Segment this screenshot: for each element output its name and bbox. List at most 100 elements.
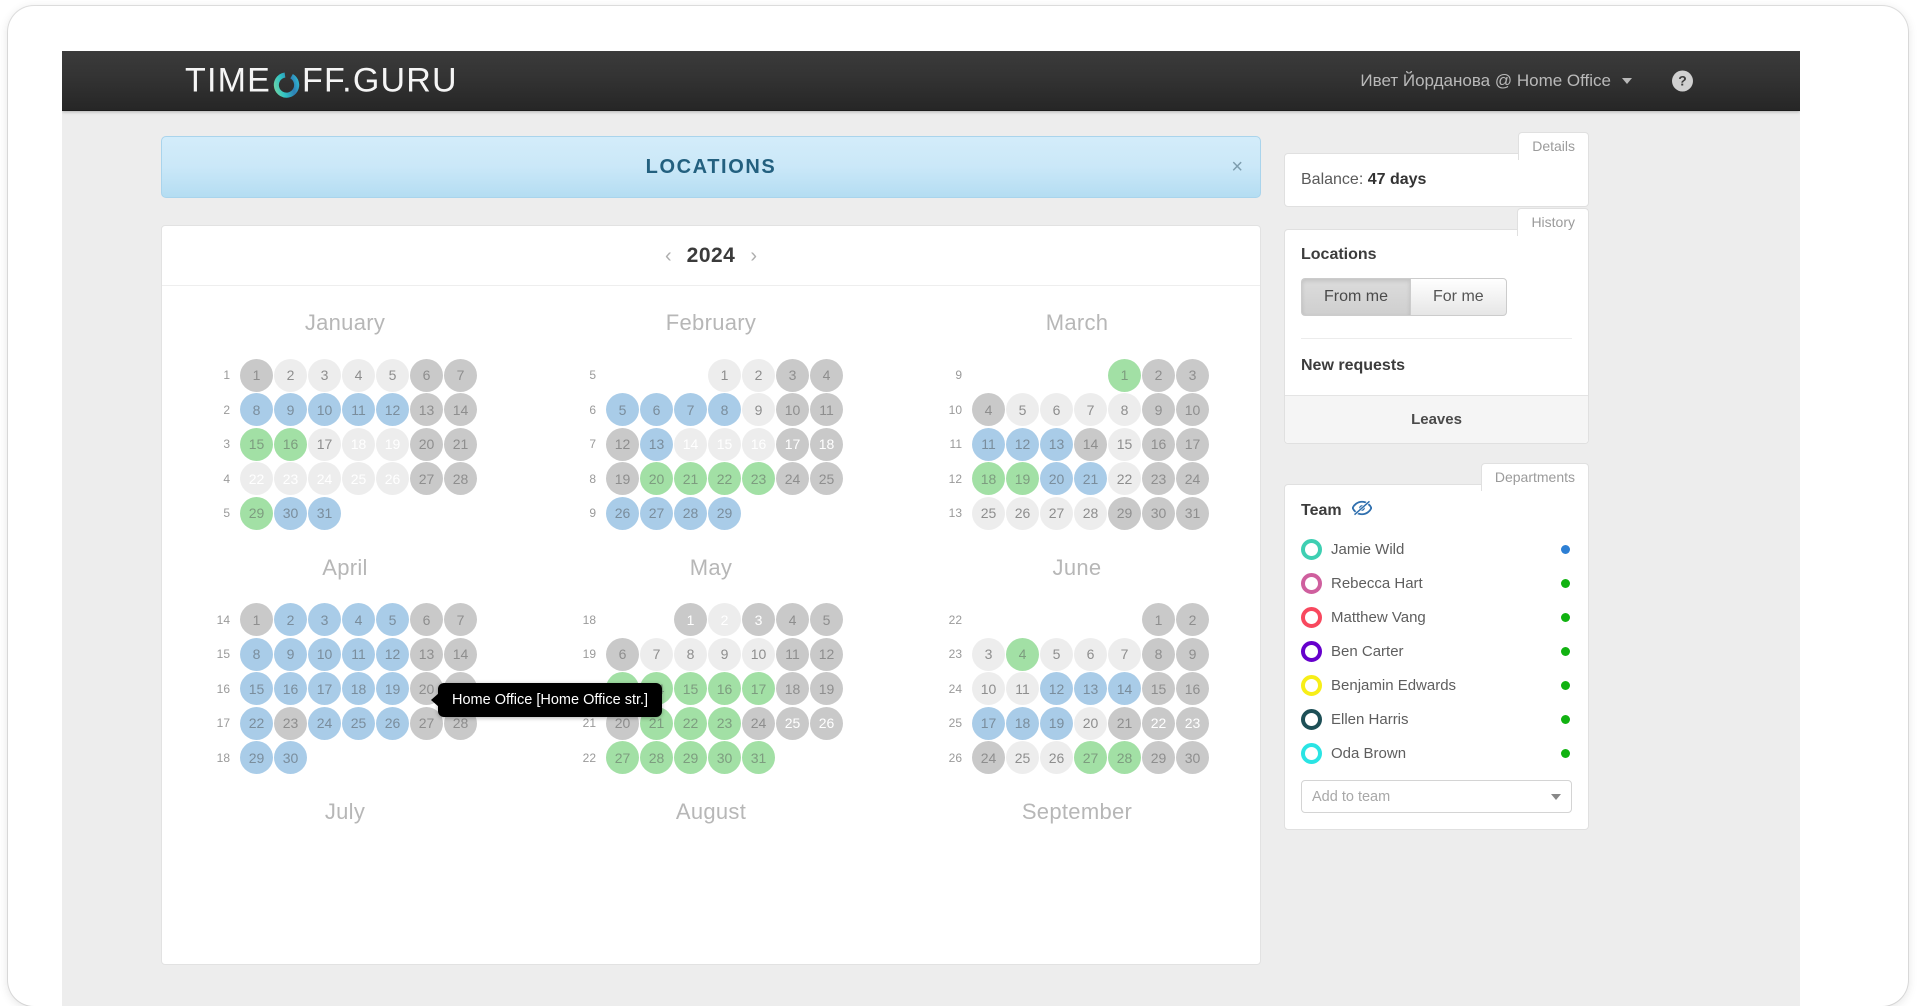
day-cell[interactable]: 27 [640, 496, 673, 530]
day-cell[interactable]: 25 [776, 706, 809, 740]
day-cell[interactable]: 12 [810, 637, 843, 671]
day-cell[interactable]: 31 [308, 496, 341, 530]
day-cell[interactable]: 24 [742, 706, 775, 740]
day-cell[interactable]: 4 [810, 358, 843, 392]
day-cell[interactable]: 13 [1074, 672, 1107, 706]
team-member-row[interactable]: Rebecca Hart [1301, 566, 1572, 600]
day-cell[interactable]: 29 [708, 496, 741, 530]
user-account-menu[interactable]: Ивет Йорданова @ Home Office [1360, 71, 1632, 91]
day-cell[interactable]: 30 [1142, 496, 1175, 530]
day-cell[interactable]: 16 [1176, 672, 1209, 706]
day-cell[interactable]: 2 [1142, 358, 1175, 392]
day-cell[interactable]: 21 [444, 427, 477, 461]
day-cell[interactable]: 7 [1108, 637, 1141, 671]
day-cell[interactable]: 14 [444, 393, 477, 427]
day-cell[interactable]: 6 [1040, 393, 1073, 427]
day-cell[interactable]: 7 [444, 603, 477, 637]
day-cell[interactable]: 16 [708, 672, 741, 706]
history-tab[interactable]: History [1517, 208, 1589, 236]
day-cell[interactable]: 23 [274, 462, 307, 496]
day-cell[interactable]: 9 [1142, 393, 1175, 427]
day-cell[interactable]: 8 [1108, 393, 1141, 427]
day-cell[interactable]: 23 [708, 706, 741, 740]
details-tab[interactable]: Details [1518, 132, 1589, 160]
day-cell[interactable]: 25 [972, 496, 1005, 530]
day-cell[interactable]: 2 [1176, 603, 1209, 637]
day-cell[interactable]: 13 [1040, 427, 1073, 461]
day-cell[interactable]: 22 [240, 706, 273, 740]
day-cell[interactable]: 10 [308, 393, 341, 427]
day-cell[interactable]: 26 [606, 496, 639, 530]
app-logo[interactable]: TIME FF.GURU [185, 61, 458, 100]
day-cell[interactable]: 12 [606, 427, 639, 461]
day-cell[interactable]: 28 [674, 496, 707, 530]
day-cell[interactable]: 2 [708, 603, 741, 637]
day-cell[interactable]: 26 [810, 706, 843, 740]
day-cell[interactable]: 18 [1006, 706, 1039, 740]
day-cell[interactable]: 17 [308, 672, 341, 706]
day-cell[interactable]: 4 [342, 358, 375, 392]
day-cell[interactable]: 24 [972, 741, 1005, 775]
day-cell[interactable]: 30 [274, 496, 307, 530]
day-cell[interactable]: 17 [776, 427, 809, 461]
day-cell[interactable]: 5 [1006, 393, 1039, 427]
day-cell[interactable]: 25 [810, 462, 843, 496]
day-cell[interactable]: 9 [1176, 637, 1209, 671]
day-cell[interactable]: 4 [1006, 637, 1039, 671]
from-me-button[interactable]: From me [1301, 278, 1410, 316]
day-cell[interactable]: 18 [972, 462, 1005, 496]
day-cell[interactable]: 23 [274, 706, 307, 740]
day-cell[interactable]: 6 [606, 637, 639, 671]
eye-slash-icon[interactable] [1351, 500, 1372, 521]
day-cell[interactable]: 1 [674, 603, 707, 637]
day-cell[interactable]: 10 [742, 637, 775, 671]
day-cell[interactable]: 14 [674, 427, 707, 461]
day-cell[interactable]: 22 [674, 706, 707, 740]
team-member-row[interactable]: Matthew Vang [1301, 600, 1572, 634]
day-cell[interactable]: 29 [1108, 496, 1141, 530]
day-cell[interactable]: 19 [1006, 462, 1039, 496]
day-cell[interactable]: 24 [308, 462, 341, 496]
team-member-row[interactable]: Ben Carter [1301, 634, 1572, 668]
day-cell[interactable]: 20 [640, 462, 673, 496]
team-member-row[interactable]: Jamie Wild [1301, 532, 1572, 566]
day-cell[interactable]: 22 [1142, 706, 1175, 740]
day-cell[interactable]: 18 [342, 672, 375, 706]
day-cell[interactable]: 9 [708, 637, 741, 671]
day-cell[interactable]: 1 [240, 358, 273, 392]
day-cell[interactable]: 3 [972, 637, 1005, 671]
day-cell[interactable]: 5 [606, 393, 639, 427]
day-cell[interactable]: 6 [410, 603, 443, 637]
leaves-link[interactable]: Leaves [1285, 395, 1588, 443]
day-cell[interactable]: 4 [342, 603, 375, 637]
day-cell[interactable]: 24 [308, 706, 341, 740]
day-cell[interactable]: 1 [1142, 603, 1175, 637]
day-cell[interactable]: 23 [1176, 706, 1209, 740]
day-cell[interactable]: 8 [1142, 637, 1175, 671]
day-cell[interactable]: 15 [240, 672, 273, 706]
team-member-row[interactable]: Benjamin Edwards [1301, 668, 1572, 702]
day-cell[interactable]: 24 [1176, 462, 1209, 496]
day-cell[interactable]: 6 [410, 358, 443, 392]
day-cell[interactable]: 7 [1074, 393, 1107, 427]
day-cell[interactable]: 12 [1006, 427, 1039, 461]
prev-year-button[interactable]: ‹ [665, 246, 672, 266]
day-cell[interactable]: 4 [776, 603, 809, 637]
day-cell[interactable]: 12 [1040, 672, 1073, 706]
day-cell[interactable]: 1 [708, 358, 741, 392]
day-cell[interactable]: 3 [308, 603, 341, 637]
day-cell[interactable]: 16 [1142, 427, 1175, 461]
day-cell[interactable]: 30 [1176, 741, 1209, 775]
day-cell[interactable]: 30 [274, 741, 307, 775]
day-cell[interactable]: 7 [640, 637, 673, 671]
day-cell[interactable]: 31 [742, 741, 775, 775]
team-member-row[interactable]: Ellen Harris [1301, 702, 1572, 736]
day-cell[interactable]: 11 [342, 393, 375, 427]
day-cell[interactable]: 15 [1108, 427, 1141, 461]
day-cell[interactable]: 5 [376, 358, 409, 392]
day-cell[interactable]: 5 [810, 603, 843, 637]
day-cell[interactable]: 16 [274, 427, 307, 461]
day-cell[interactable]: 1 [1108, 358, 1141, 392]
day-cell[interactable]: 27 [606, 741, 639, 775]
day-cell[interactable]: 15 [1142, 672, 1175, 706]
